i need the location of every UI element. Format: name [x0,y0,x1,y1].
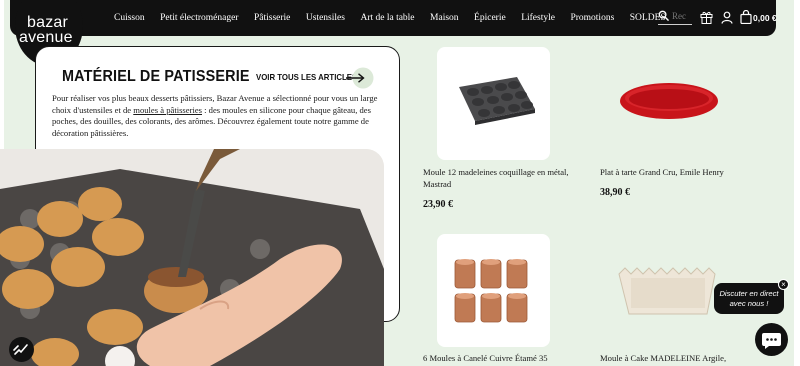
product-name[interactable]: 6 Moules à Canelé Cuivre Étamé 35 [423,353,573,365]
category-description: Pour réaliser vos plus beaux desserts pâ… [52,93,387,139]
nav-item-promotions[interactable]: Promotions [570,13,614,23]
product-image-tart-dish[interactable] [611,47,724,160]
logo-text-avenue: avenue [19,29,73,46]
product-price: 23,90 € [423,199,453,210]
search-box[interactable] [658,8,692,25]
accessibility-icon [13,344,28,355]
cart-icon[interactable] [740,10,752,24]
chat-button[interactable] [755,323,788,356]
nav-item-ustensiles[interactable]: Ustensiles [306,13,345,23]
nav-item-art-de-la-table[interactable]: Art de la table [360,13,414,23]
gift-icon[interactable] [700,10,713,24]
nav-item-petit-electromenager[interactable]: Petit électroménager [160,13,238,23]
search-input[interactable] [672,9,692,22]
nav-item-lifestyle[interactable]: Lifestyle [521,13,555,23]
nav-item-epicerie[interactable]: Épicerie [474,13,506,23]
product-name[interactable]: Moule à Cake MADELEINE Argile, [600,353,750,365]
pastry-molds-link[interactable]: moules à pâtisseries [133,105,202,115]
chat-close-button[interactable]: × [778,279,789,290]
product-name[interactable]: Moule 12 madeleines coquillage en métal,… [423,167,573,190]
product-price: 38,90 € [600,187,630,198]
main-menu: Cuisson Petit électroménager Pâtisserie … [114,0,681,36]
arrow-right-icon[interactable] [344,67,374,89]
category-title: MATÉRIEL DE PATISSERIE [62,68,250,85]
see-all-articles-link[interactable]: VOIR TOUS LES ARTICLES [256,72,357,82]
user-icon[interactable] [721,11,733,24]
accessibility-button[interactable] [9,337,34,362]
search-icon[interactable] [658,10,669,21]
cart-amount[interactable]: 0,00 € [753,13,777,23]
nav-item-cuisson[interactable]: Cuisson [114,13,145,23]
page-edge-right [794,0,800,366]
chat-prompt-line2: avec nous ! [729,298,769,308]
chat-prompt-bubble[interactable]: Discuter en direct avec nous ! [714,283,784,314]
chat-icon [762,333,781,349]
product-image-madeleine-mold[interactable] [437,47,550,160]
chat-prompt-line1: Discuter en direct [719,289,779,298]
pastry-photo [0,149,384,366]
nav-item-maison[interactable]: Maison [430,13,459,23]
product-image-cake-mold[interactable] [611,234,724,347]
product-image-canele-molds[interactable] [437,234,550,347]
nav-item-patisserie[interactable]: Pâtisserie [254,13,290,23]
product-name[interactable]: Plat à tarte Grand Cru, Emile Henry [600,167,750,179]
